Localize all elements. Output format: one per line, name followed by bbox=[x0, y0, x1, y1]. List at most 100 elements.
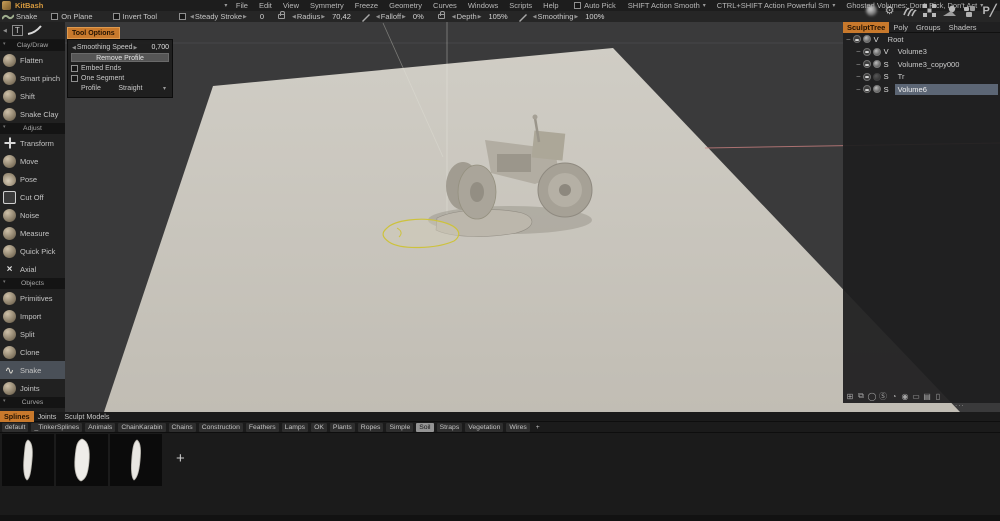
spinner-left-icon[interactable]: ◀ bbox=[72, 45, 76, 51]
layer-name[interactable]: Volume3 bbox=[895, 46, 930, 57]
tweak-grid-icon[interactable] bbox=[922, 3, 937, 18]
menu-item[interactable]: Edit bbox=[259, 1, 272, 10]
tool-row[interactable]: Flatten bbox=[0, 51, 65, 69]
tool-row[interactable]: Cut Off bbox=[0, 188, 65, 206]
steady-stroke-control[interactable]: ◀ Steady Stroke ▶ 0 bbox=[179, 12, 264, 21]
radius-value[interactable]: 70,42 bbox=[332, 12, 351, 21]
category-chip[interactable]: Wires bbox=[506, 423, 529, 432]
layer-name[interactable]: Volume3_copy000 bbox=[895, 59, 963, 70]
gear-pen-icon[interactable]: ⚙ bbox=[882, 3, 897, 18]
category-chip[interactable]: Vegetation bbox=[465, 423, 503, 432]
mode-letter[interactable]: S bbox=[884, 60, 892, 69]
panel-footer-icon[interactable]: ▭ bbox=[911, 391, 921, 401]
smoothing-value[interactable]: 100% bbox=[585, 12, 604, 21]
radius-lock-icon[interactable] bbox=[278, 14, 285, 19]
mode-letter[interactable]: S bbox=[884, 72, 892, 81]
visibility-eye-icon[interactable] bbox=[853, 35, 861, 43]
category-chip[interactable]: ChainKarabin bbox=[118, 423, 165, 432]
depth-control[interactable]: ◀ Depth ▶ 105% bbox=[451, 12, 508, 21]
tool-options-tab[interactable]: Tool Options bbox=[67, 27, 120, 39]
render-sphere-icon[interactable] bbox=[866, 5, 877, 16]
one-segment-checkbox[interactable] bbox=[71, 75, 78, 82]
menu-item[interactable]: File bbox=[236, 1, 248, 10]
curve-stroke-icon[interactable] bbox=[27, 25, 43, 37]
steady-stroke-value[interactable]: 0 bbox=[260, 12, 264, 21]
paint-strokes-icon[interactable] bbox=[902, 3, 917, 18]
menu-item[interactable]: Freeze bbox=[355, 1, 378, 10]
volume-sphere-icon[interactable] bbox=[873, 73, 881, 81]
shift-action-dropdown[interactable]: SHIFT Action Smooth ▾ bbox=[628, 1, 709, 10]
paint-room-icon[interactable]: P╱ bbox=[982, 3, 997, 18]
snake-spline-stroke[interactable] bbox=[383, 219, 459, 247]
panel-footer-icon[interactable]: Ⓢ bbox=[878, 391, 888, 401]
visibility-eye-icon[interactable] bbox=[863, 73, 871, 81]
bottom-tab[interactable]: Sculpt Models bbox=[60, 411, 113, 422]
category-chip[interactable]: Simple bbox=[386, 423, 413, 432]
tool-row[interactable]: Joints bbox=[0, 379, 65, 397]
layer-name[interactable]: Root bbox=[885, 34, 907, 45]
tree-row[interactable]: − V Volume3 bbox=[843, 46, 1000, 59]
volume-sphere-icon[interactable] bbox=[863, 35, 871, 43]
add-spline-button[interactable]: + bbox=[176, 450, 185, 467]
panel-footer-icon[interactable]: ⊞ bbox=[845, 391, 855, 401]
profile-value[interactable]: Straight bbox=[118, 85, 142, 92]
menu-item[interactable]: Symmetry bbox=[310, 1, 344, 10]
tool-row[interactable]: Snake bbox=[0, 361, 65, 379]
collapse-icon[interactable]: − bbox=[856, 72, 861, 81]
tool-row[interactable]: Clay/Draw bbox=[0, 40, 65, 51]
depth-lock-icon[interactable] bbox=[438, 14, 445, 19]
panel-tab[interactable]: SculptTree bbox=[843, 22, 889, 33]
smoothing-speed-control[interactable]: ◀ Smoothing Speed ▶ 0,700 bbox=[71, 43, 169, 52]
tool-row[interactable]: Adjust bbox=[0, 123, 65, 134]
tool-row[interactable]: Clone bbox=[0, 343, 65, 361]
category-chip[interactable]: Ropes bbox=[358, 423, 384, 432]
tool-row[interactable]: Move bbox=[0, 152, 65, 170]
invert-tool-checkbox[interactable] bbox=[113, 13, 120, 20]
panel-footer-icon[interactable]: ⧉ bbox=[856, 391, 866, 401]
spinner-right-icon[interactable]: ▶ bbox=[243, 14, 247, 20]
depth-label[interactable]: Depth bbox=[457, 12, 477, 21]
collapse-icon[interactable]: − bbox=[856, 60, 861, 69]
collapse-icon[interactable]: − bbox=[856, 85, 861, 94]
smoothing-pressure-pen-icon[interactable] bbox=[518, 12, 528, 22]
tool-row[interactable]: Measure bbox=[0, 224, 65, 242]
layer-name[interactable]: Volume6 bbox=[895, 84, 998, 95]
category-chip[interactable]: OK bbox=[311, 423, 327, 432]
tool-row[interactable]: Primitives bbox=[0, 289, 65, 307]
mode-letter[interactable]: V bbox=[874, 35, 882, 44]
category-chip[interactable]: Plants bbox=[330, 423, 355, 432]
falloff-value[interactable]: 0% bbox=[413, 12, 424, 21]
depth-value[interactable]: 105% bbox=[488, 12, 507, 21]
tool-row[interactable]: Objects bbox=[0, 278, 65, 289]
add-category-button[interactable]: + bbox=[533, 423, 543, 432]
visibility-eye-icon[interactable] bbox=[863, 85, 871, 93]
smoothing-label[interactable]: Smoothing bbox=[538, 12, 574, 21]
layer-name[interactable]: Tr bbox=[895, 71, 908, 82]
menu-item[interactable]: Help bbox=[543, 1, 558, 10]
tool-row[interactable]: Transform bbox=[0, 134, 65, 152]
menu-item[interactable]: Scripts bbox=[509, 1, 532, 10]
embed-ends-toggle[interactable]: Embed Ends bbox=[71, 64, 169, 73]
tree-row[interactable]: − V Root bbox=[843, 33, 1000, 46]
category-chip[interactable]: Animals bbox=[85, 423, 115, 432]
menu-item[interactable]: View bbox=[283, 1, 299, 10]
visibility-eye-icon[interactable] bbox=[863, 60, 871, 68]
tool-row[interactable]: Shift bbox=[0, 87, 65, 105]
kitbash-label[interactable]: KitBash bbox=[15, 1, 43, 10]
spinner-left-icon[interactable]: ◀ bbox=[533, 14, 537, 20]
spline-thumbnail[interactable] bbox=[110, 434, 162, 486]
spinner-left-icon[interactable]: ◀ bbox=[292, 14, 296, 20]
spinner-right-icon[interactable]: ▶ bbox=[478, 14, 482, 20]
panel-tab[interactable]: Groups bbox=[912, 22, 945, 33]
radius-label[interactable]: Radius bbox=[297, 12, 320, 21]
tool-row[interactable]: Pose bbox=[0, 170, 65, 188]
category-chip[interactable]: Chains bbox=[169, 423, 196, 432]
panel-footer-icon[interactable]: ◉ bbox=[900, 391, 910, 401]
panel-footer-icon[interactable]: ◯ bbox=[867, 391, 877, 401]
auto-pick-toggle[interactable]: Auto Pick bbox=[574, 1, 616, 10]
spinner-right-icon[interactable]: ▶ bbox=[574, 14, 578, 20]
embed-ends-checkbox[interactable] bbox=[71, 65, 78, 72]
profile-dropdown[interactable]: Profile Straight ▾ bbox=[71, 84, 169, 93]
category-chip[interactable]: Soil bbox=[416, 423, 433, 432]
tree-row[interactable]: − S Volume6 bbox=[843, 83, 1000, 96]
